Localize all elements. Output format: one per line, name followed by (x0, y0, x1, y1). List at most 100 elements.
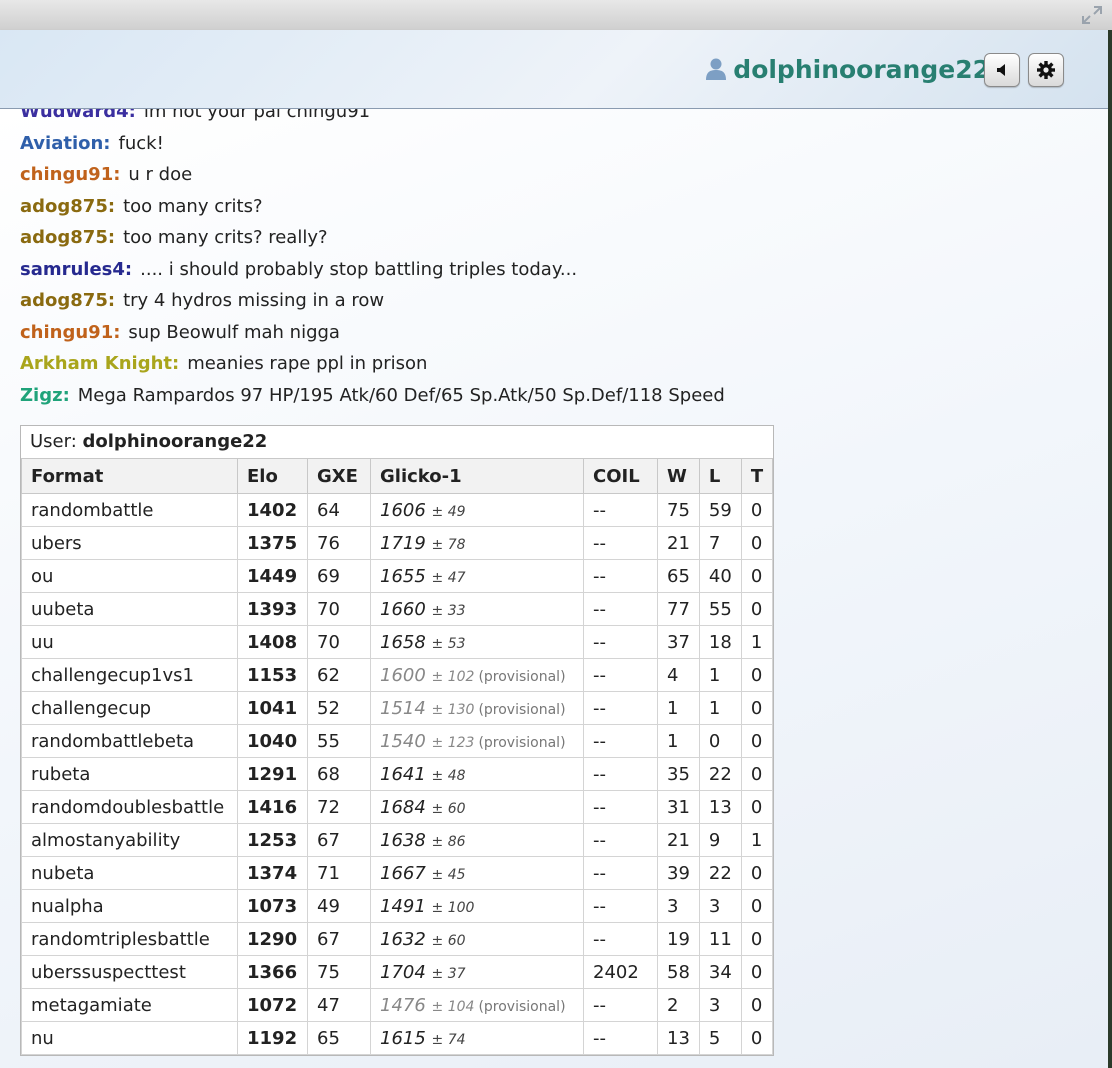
column-header: L (698, 458, 742, 494)
chat-username[interactable]: Aviation: (20, 133, 111, 154)
ties-cell: 0 (740, 757, 774, 791)
username[interactable]: dolphinoorange22 (733, 55, 990, 84)
ranking-panel: User: dolphinoorange22 Format Elo GXE Glick… (20, 425, 775, 1056)
ranking-username[interactable]: dolphinoorange22 (83, 431, 268, 452)
losses-cell: 3 (698, 988, 742, 1022)
losses-cell: 1 (698, 658, 742, 692)
format-cell: rubeta (21, 757, 238, 791)
glicko-cell: 1655 ± 47 (370, 559, 584, 593)
column-header: W (657, 458, 700, 494)
table-row: ubers 1375 76 1719 ± 78 -- 21 7 0 (21, 526, 774, 560)
gxe-cell: 67 (307, 922, 371, 956)
chat-username[interactable]: Wudward4: (20, 109, 136, 122)
coil-cell: -- (583, 559, 658, 593)
chat-username[interactable]: adog875: (20, 290, 115, 311)
format-cell: randomdoublesbattle (21, 790, 238, 824)
ties-cell: 0 (740, 988, 774, 1022)
chat-username[interactable]: chingu91: (20, 322, 120, 343)
user-menu[interactable]: dolphinoorange22 (705, 54, 990, 84)
gxe-cell: 67 (307, 823, 371, 857)
ranking-header-row: Format Elo GXE Glicko-1 COIL W L T (21, 458, 774, 494)
chat-username[interactable]: Arkham Knight: (20, 353, 179, 374)
column-header: T (740, 458, 774, 494)
ties-cell: 1 (740, 625, 774, 659)
elo-cell: 1192 (237, 1021, 308, 1055)
sound-button[interactable] (984, 53, 1020, 87)
glicko-cell: 1667 ± 45 (370, 856, 584, 890)
column-header: Elo (237, 458, 308, 494)
table-row: challengecup1vs1 1153 62 1600 ± 102 (provisi… (21, 658, 774, 692)
fullscreen-icon[interactable] (1080, 4, 1104, 26)
ties-cell: 0 (740, 691, 774, 725)
format-cell: randomtriplesbattle (21, 922, 238, 956)
coil-cell: -- (583, 592, 658, 626)
format-cell: challengecup (21, 691, 238, 725)
glicko-deviation: ± 78 (431, 536, 466, 553)
losses-cell: 5 (698, 1021, 742, 1055)
gxe-cell: 76 (307, 526, 371, 560)
chat-text: meanies rape ppl in prison (187, 353, 428, 374)
ranking-user-label: User: (30, 431, 77, 452)
ties-cell: 0 (740, 955, 774, 989)
chat-username[interactable]: Zigz: (20, 385, 70, 406)
glicko-cell: 1514 ± 130 (provisional) (370, 691, 584, 725)
glicko-value: 1600 (380, 664, 432, 686)
chat-username[interactable]: adog875: (20, 196, 115, 217)
provisional-tag: (provisional) (478, 668, 566, 685)
glicko-cell: 1606 ± 49 (370, 493, 584, 527)
elo-cell: 1041 (237, 691, 308, 725)
chat-username[interactable]: chingu91: (20, 164, 120, 185)
window-titlebar (0, 0, 1112, 31)
coil-cell: -- (583, 691, 658, 725)
wins-cell: 19 (657, 922, 700, 956)
chat-text: Mega Rampardos 97 HP/195 Atk/60 Def/65 S… (77, 384, 725, 406)
glicko-deviation: ± 60 (431, 800, 466, 817)
elo-cell: 1291 (237, 757, 308, 791)
glicko-deviation: ± 33 (431, 602, 466, 619)
format-cell: metagamiate (21, 988, 238, 1022)
glicko-value: 1684 (380, 796, 432, 818)
coil-cell: -- (583, 724, 658, 758)
coil-cell: -- (583, 493, 658, 527)
glicko-cell: 1719 ± 78 (370, 526, 584, 560)
wins-cell: 37 (657, 625, 700, 659)
chat-username[interactable]: adog875: (20, 227, 115, 248)
table-row: randomtriplesbattle 1290 67 1632 ± 60 -- 19 11… (21, 922, 774, 956)
wins-cell: 4 (657, 658, 700, 692)
table-row: ou 1449 69 1655 ± 47 -- 65 40 0 (21, 559, 774, 593)
wins-cell: 1 (657, 691, 700, 725)
elo-cell: 1072 (237, 988, 308, 1022)
glicko-deviation: ± 86 (431, 833, 466, 850)
gxe-cell: 72 (307, 790, 371, 824)
table-row: metagamiate 1072 47 1476 ± 104 (provisional)… (21, 988, 774, 1022)
elo-cell: 1375 (237, 526, 308, 560)
chat-text: im not your pal chingu91 (143, 109, 371, 122)
gxe-cell: 68 (307, 757, 371, 791)
glicko-value: 1704 (380, 961, 432, 983)
coil-cell: -- (583, 889, 658, 923)
glicko-cell: 1704 ± 37 (370, 955, 584, 989)
glicko-cell: 1540 ± 123 (provisional) (370, 724, 584, 758)
gxe-cell: 52 (307, 691, 371, 725)
glicko-value: 1476 (380, 994, 432, 1016)
losses-cell: 11 (698, 922, 742, 956)
wins-cell: 21 (657, 823, 700, 857)
chat-log[interactable]: Wudward4: im not your pal chingu91 Aviatio… (0, 109, 1108, 1068)
elo-cell: 1393 (237, 592, 308, 626)
table-row: uu 1408 70 1658 ± 53 -- 37 18 1 (21, 625, 774, 659)
coil-cell: -- (583, 790, 658, 824)
coil-cell: -- (583, 658, 658, 692)
gxe-cell: 69 (307, 559, 371, 593)
coil-cell: -- (583, 526, 658, 560)
wins-cell: 3 (657, 889, 700, 923)
ties-cell: 0 (740, 922, 774, 956)
format-cell: uberssuspecttest (21, 955, 238, 989)
gxe-cell: 71 (307, 856, 371, 890)
table-row: nubeta 1374 71 1667 ± 45 -- 39 22 0 (21, 856, 774, 890)
column-header: GXE (307, 458, 371, 494)
format-cell: randombattlebeta (21, 724, 238, 758)
settings-button[interactable] (1028, 53, 1064, 87)
chat-message: adog875: too many crits? (20, 191, 263, 222)
gxe-cell: 75 (307, 955, 371, 989)
chat-username[interactable]: samrules4: (20, 259, 132, 280)
